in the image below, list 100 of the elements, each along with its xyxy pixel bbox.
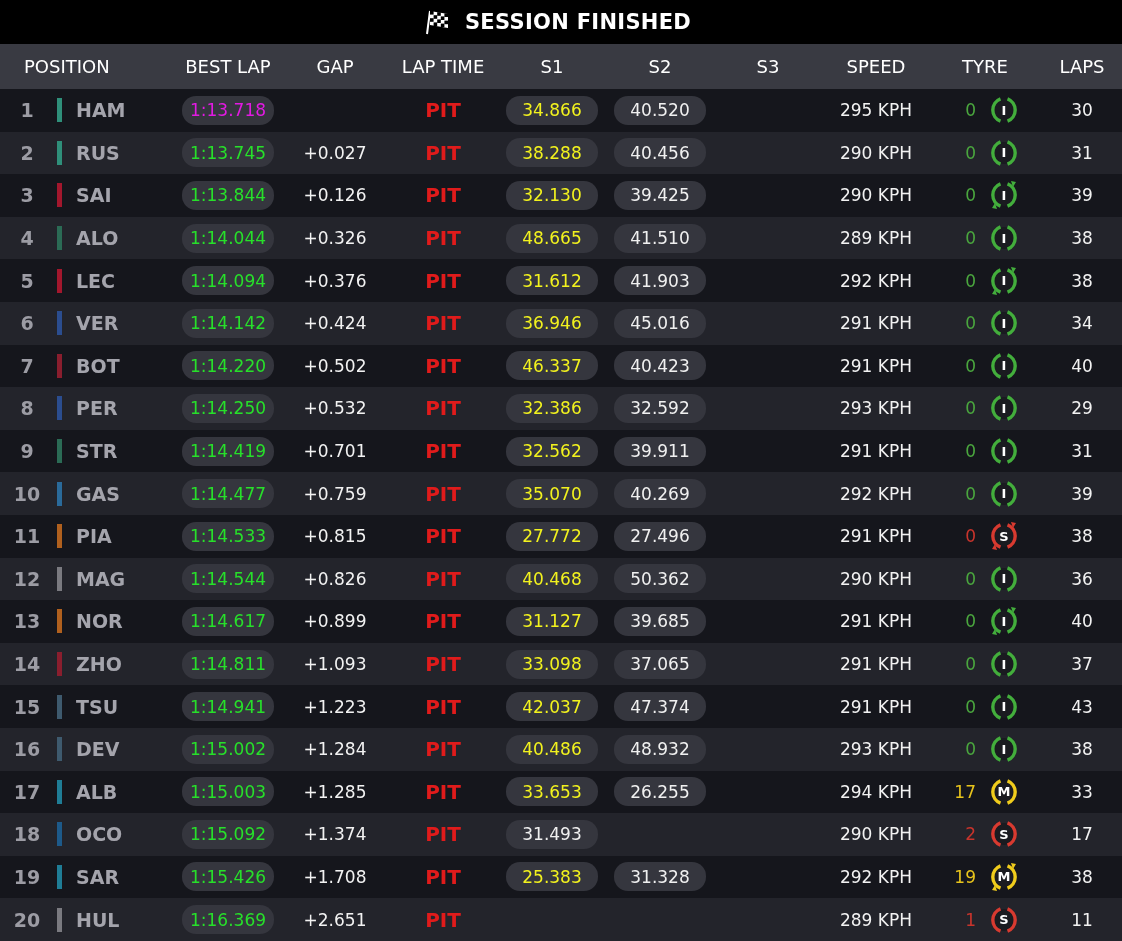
column-header: LAP TIME (400, 56, 486, 77)
best-lap-time: 1:14.617 (182, 606, 274, 636)
position-number: 9 (19, 440, 35, 463)
sector-time: 48.665 (506, 223, 598, 253)
driver-code: MAG (75, 567, 127, 590)
gap-time: +1.093 (303, 654, 367, 674)
driver-row[interactable]: 10 GAS 1:14.477 +0.759 PIT 35.070 40.269 292 KPH 0 I 39 (0, 472, 1122, 515)
tyre-age: 0 (965, 611, 976, 632)
laps-count: 40 (1071, 355, 1093, 376)
driver-code: DEV (75, 738, 121, 761)
driver-row[interactable]: 18 OCO 1:15.092 +1.374 PIT 31.493 290 KPH 2 S 17 (0, 813, 1122, 856)
lap-time-status: PIT (425, 268, 461, 293)
sector-time: 38.288 (506, 138, 598, 168)
tyre-age: 19 (954, 867, 976, 887)
driver-code: LEC (75, 269, 117, 292)
driver-row[interactable]: 6 VER 1:14.142 +0.424 PIT 36.946 45.016 291 KPH 0 I 34 (0, 301, 1122, 345)
laps-count: 39 (1071, 483, 1093, 504)
lap-time-status: PIT (425, 439, 461, 464)
speed-value: 290 KPH (839, 824, 912, 845)
driver-row[interactable]: 8 PER 1:14.250 +0.532 PIT 32.386 32.592 293 KPH 0 I 29 (0, 387, 1122, 430)
speed-value: 292 KPH (839, 867, 912, 887)
lap-time-status: PIT (425, 311, 461, 336)
tyre-compound-badge: M (988, 861, 1020, 893)
position-number: 17 (12, 780, 42, 803)
best-lap-time: 1:14.220 (182, 351, 274, 381)
speed-value: 291 KPH (839, 313, 912, 334)
best-lap-time: 1:15.002 (182, 734, 274, 764)
sector-time: 39.425 (614, 181, 706, 210)
driver-row[interactable]: 14 ZHO 1:14.811 +1.093 PIT 33.098 37.065 291 KPH 0 I 37 (0, 642, 1122, 686)
sector-time: 32.386 (506, 393, 598, 423)
sector-time: 34.866 (506, 95, 598, 125)
lap-time-status: PIT (425, 481, 461, 506)
lap-time-status: PIT (425, 98, 461, 123)
sector-time: 26.255 (614, 777, 706, 807)
best-lap-time: 1:13.718 (182, 95, 274, 125)
tyre-age: 0 (965, 696, 976, 717)
position-number: 12 (12, 567, 42, 590)
laps-count: 31 (1071, 441, 1093, 462)
lap-time-status: PIT (425, 779, 461, 804)
position-number: 18 (12, 823, 42, 846)
sector-time: 32.130 (506, 181, 598, 210)
best-lap-time: 1:15.426 (182, 862, 274, 892)
best-lap-time: 1:14.477 (182, 479, 274, 509)
gap-time: +0.815 (303, 526, 367, 547)
tyre-compound-badge: S (988, 520, 1020, 553)
lap-time-status: PIT (425, 865, 461, 889)
position-number: 13 (12, 610, 42, 633)
position-number: 10 (12, 482, 42, 505)
driver-code: PER (75, 397, 119, 420)
tyre-age: 0 (965, 142, 976, 163)
sector-time: 32.592 (614, 393, 706, 423)
column-header: S3 (755, 56, 781, 77)
driver-code: NOR (75, 610, 124, 633)
best-lap-time: 1:14.419 (182, 436, 274, 466)
best-lap-time: 1:14.094 (182, 266, 274, 296)
lap-time-status: PIT (425, 566, 461, 591)
position-number: 15 (12, 695, 42, 718)
lap-time-status: PIT (425, 140, 461, 165)
driver-code: PIA (75, 525, 113, 548)
driver-code: GAS (75, 482, 121, 505)
position-number: 1 (19, 99, 35, 122)
tyre-compound-badge: I (988, 648, 1020, 680)
tyre-compound-badge: M (988, 775, 1020, 808)
sector-time: 36.946 (506, 308, 598, 338)
tyre-compound-badge: S (988, 818, 1020, 851)
driver-row[interactable]: 20 HUL 1:16.369 +2.651 PIT 289 KPH 1 S 11 (0, 898, 1122, 941)
column-header: S1 (539, 56, 565, 77)
sector-time: 27.772 (506, 521, 598, 551)
laps-count: 37 (1071, 654, 1093, 674)
tyre-age: 0 (965, 568, 976, 589)
gap-time: +0.376 (303, 270, 367, 291)
tyre-age: 0 (965, 355, 976, 376)
tyre-age: 17 (954, 781, 976, 802)
tyre-compound-badge: I (988, 605, 1020, 638)
tyre-compound-badge: S (988, 903, 1020, 936)
sector-time: 45.016 (614, 308, 706, 338)
driver-row[interactable]: 16 DEV 1:15.002 +1.284 PIT 40.486 48.932 293 KPH 0 I 38 (0, 727, 1122, 771)
column-header: TYRE (961, 56, 1009, 77)
column-header: POSITION (23, 56, 111, 77)
laps-count: 43 (1071, 696, 1093, 717)
laps-count: 17 (1071, 824, 1093, 845)
sector-time: 40.520 (614, 95, 706, 125)
speed-value: 290 KPH (839, 142, 912, 163)
position-number: 14 (12, 653, 42, 675)
tyre-compound-badge: I (988, 477, 1020, 510)
position-number: 16 (12, 738, 42, 761)
laps-count: 33 (1071, 781, 1093, 802)
driver-code: HUL (75, 908, 121, 931)
driver-row[interactable]: 4 ALO 1:14.044 +0.326 PIT 48.665 41.510 289 KPH 0 I 38 (0, 216, 1122, 260)
tyre-compound-badge: I (988, 435, 1020, 468)
driver-row[interactable]: 12 MAG 1:14.544 +0.826 PIT 40.468 50.362 290 KPH 0 I 36 (0, 557, 1122, 601)
best-lap-time: 1:14.533 (182, 521, 274, 551)
sector-time: 31.127 (506, 606, 598, 636)
column-header: S2 (647, 56, 673, 77)
tyre-compound-badge: I (988, 179, 1020, 212)
tyre-compound-badge: I (988, 349, 1020, 382)
best-lap-time: 1:15.003 (182, 777, 274, 807)
driver-row[interactable]: 2 RUS 1:13.745 +0.027 PIT 38.288 40.456 290 KPH 0 I 31 (0, 131, 1122, 175)
best-lap-time: 1:13.844 (182, 181, 274, 210)
gap-time: +0.126 (303, 185, 367, 206)
